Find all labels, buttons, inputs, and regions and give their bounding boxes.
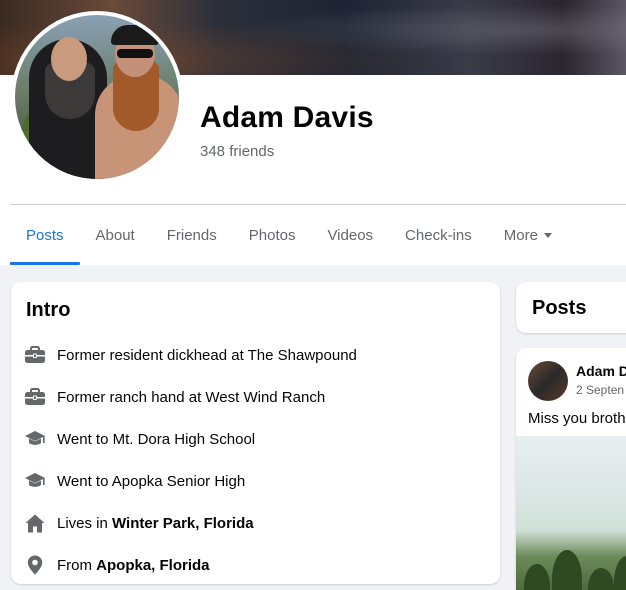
- tab-label: More: [503, 226, 538, 244]
- profile-name: Adam Davis: [200, 101, 374, 134]
- tab-label: Friends: [166, 226, 217, 244]
- intro-item-text: Lives in Winter Park, Florida: [57, 515, 254, 532]
- tab-more[interactable]: More: [488, 205, 568, 265]
- briefcase-icon: [24, 386, 46, 408]
- post-date[interactable]: 2 Septen: [576, 383, 624, 397]
- profile-tabs: Posts About Friends Photos Videos Check-…: [10, 205, 568, 265]
- intro-title: Intro: [26, 299, 71, 321]
- location-pin-icon: [24, 554, 46, 576]
- intro-item-prefix: Lives in: [57, 514, 113, 532]
- intro-list: Former resident dickhead at The Shawpoun…: [24, 334, 484, 586]
- post-photo[interactable]: [516, 436, 626, 590]
- post-card: Adam D 2 Septen Miss you broth: [516, 348, 626, 590]
- tab-check-ins[interactable]: Check-ins: [389, 205, 488, 265]
- tab-label: Photos: [248, 226, 296, 244]
- home-icon: [24, 512, 46, 534]
- intro-item-education-2: Went to Apopka Senior High: [24, 460, 484, 502]
- tab-label: Check-ins: [405, 226, 472, 244]
- tab-videos[interactable]: Videos: [311, 205, 389, 265]
- intro-item-work-2: Former ranch hand at West Wind Ranch: [24, 376, 484, 418]
- intro-item-text: Went to Mt. Dora High School: [57, 430, 256, 448]
- graduation-cap-icon: [24, 428, 46, 450]
- profile-avatar[interactable]: [11, 11, 183, 183]
- intro-item-text: From Apopka, Florida: [57, 557, 210, 574]
- post-author-avatar[interactable]: [528, 361, 568, 401]
- intro-item-from: From Apopka, Florida: [24, 544, 484, 586]
- intro-card: Intro Former resident dickhead at The Sh…: [11, 282, 500, 584]
- tab-label: Posts: [26, 226, 64, 244]
- tab-about[interactable]: About: [80, 205, 151, 265]
- intro-item-text: Former ranch hand at West Wind Ranch: [57, 388, 326, 406]
- tab-posts[interactable]: Posts: [10, 205, 80, 265]
- intro-item-education-1: Went to Mt. Dora High School: [24, 418, 484, 460]
- intro-item-prefix: From: [57, 556, 97, 574]
- caret-down-icon: [543, 232, 552, 238]
- intro-item-text: Went to Apopka Senior High: [57, 472, 246, 490]
- post-text: Miss you broth: [528, 410, 626, 427]
- intro-item-work-1: Former resident dickhead at The Shawpoun…: [24, 334, 484, 376]
- intro-item-lives-in: Lives in Winter Park, Florida: [24, 502, 484, 544]
- intro-item-text: Former resident dickhead at The Shawpoun…: [57, 346, 357, 364]
- post-author-name[interactable]: Adam D: [576, 363, 626, 379]
- intro-item-place-link[interactable]: Apopka, Florida: [96, 557, 209, 574]
- graduation-cap-icon: [24, 470, 46, 492]
- tab-photos[interactable]: Photos: [233, 205, 312, 265]
- tab-label: Videos: [327, 226, 374, 244]
- posts-title: Posts: [532, 297, 587, 319]
- posts-header-card: Posts: [516, 282, 626, 333]
- briefcase-icon: [24, 344, 46, 366]
- friends-count[interactable]: 348 friends: [200, 143, 274, 160]
- tab-label: About: [95, 226, 135, 244]
- tab-friends[interactable]: Friends: [151, 205, 233, 265]
- avatar-image: [15, 15, 179, 179]
- intro-item-place-link[interactable]: Winter Park, Florida: [112, 515, 254, 532]
- profile-page: Adam Davis 348 friends Posts About Frien…: [0, 0, 626, 590]
